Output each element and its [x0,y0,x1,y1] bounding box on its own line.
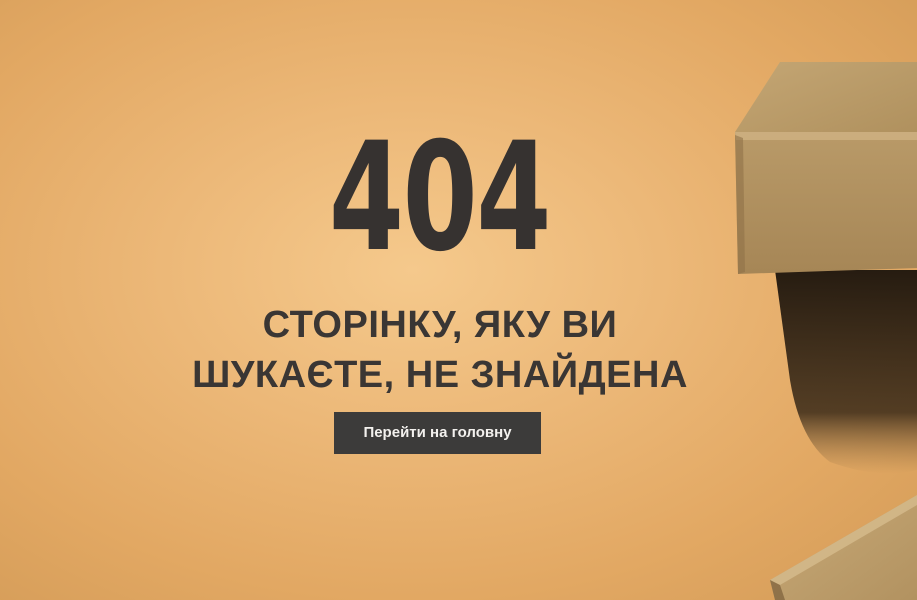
error-content: 404 СТОРІНКУ, ЯКУ ВИ ШУКАЄТЕ, НЕ ЗНАЙДЕН… [0,0,880,600]
error-message-line-1: СТОРІНКУ, ЯКУ ВИ [262,304,618,346]
error-code: 404 [328,111,552,285]
go-home-button[interactable]: Перейти на головну [334,412,541,454]
error-message-line-2: ШУКАЄТЕ, НЕ ЗНАЙДЕНА [192,354,688,396]
error-message: СТОРІНКУ, ЯКУ ВИ ШУКАЄТЕ, НЕ ЗНАЙДЕНА [0,300,880,400]
